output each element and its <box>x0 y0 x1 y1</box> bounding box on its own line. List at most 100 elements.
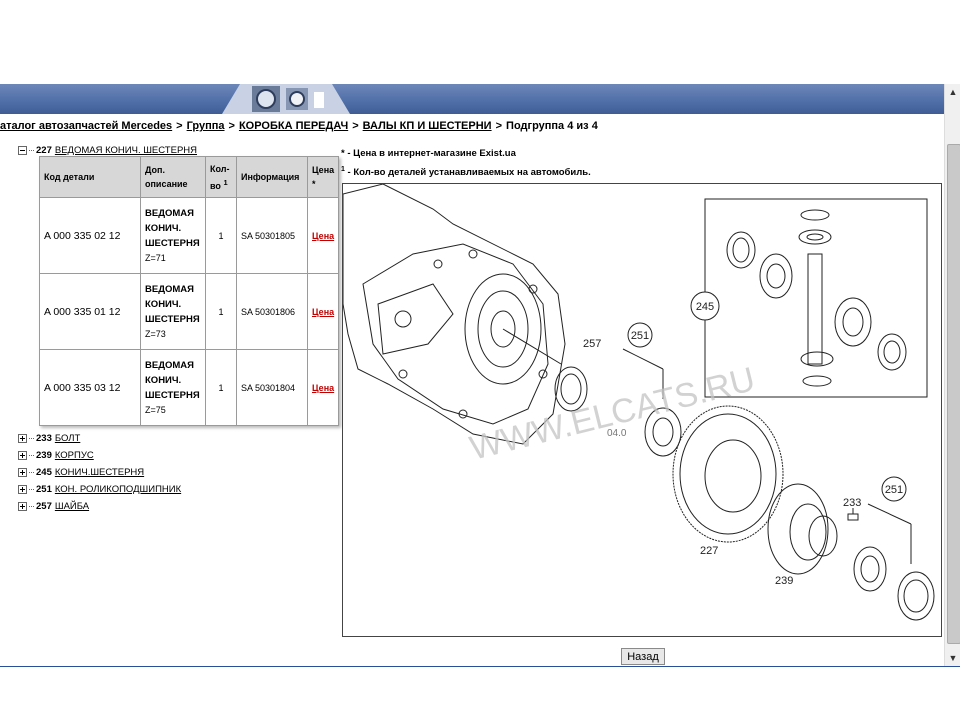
window-bottom-area <box>0 667 960 720</box>
tree-connector <box>29 506 34 507</box>
part-code: A 000 335 02 12 <box>39 197 141 274</box>
price-link[interactable]: Цена <box>312 307 334 317</box>
plus-box-icon[interactable] <box>18 485 27 494</box>
scrollbar-thumb[interactable] <box>947 144 960 644</box>
minus-box-icon[interactable] <box>18 146 27 155</box>
price-link[interactable]: Цена <box>312 231 334 241</box>
footnotes: * - Цена в интернет-магазине Exist.ua 1 … <box>341 146 591 181</box>
footnote-price: * - Цена в интернет-магазине Exist.ua <box>341 146 591 162</box>
breadcrumb-separator: > <box>228 120 235 132</box>
parts-table: Код детали Доп. описание Кол-во 1 Информ… <box>39 156 340 426</box>
tree-connector <box>29 438 34 439</box>
breadcrumb-separator: > <box>495 120 503 132</box>
part-desc: ВЕДОМАЯ КОНИЧ. ШЕСТЕРНЯ Z=71 <box>140 197 206 274</box>
part-qty: 1 <box>205 197 237 274</box>
callout-label: 245 <box>696 301 714 313</box>
tree-node-233[interactable]: 233 БОЛТ <box>18 430 181 447</box>
watermark: WWW.ELCATS.RU <box>466 360 759 468</box>
tree-connector <box>29 472 34 473</box>
tree-node-label[interactable]: БОЛТ <box>55 433 80 444</box>
tree-node-239[interactable]: 239 КОРПУС <box>18 447 181 464</box>
part-code: A 000 335 01 12 <box>39 273 141 350</box>
inset-differential-parts <box>726 209 907 387</box>
callout-239: 239 <box>775 575 793 587</box>
parts-tree-collapsed: 233 БОЛТ 239 КОРПУС 245 КОНИЧ.ШЕСТЕРНЯ 251 К… <box>18 430 181 515</box>
tree-node-number: 245 <box>36 467 52 478</box>
banner-gearbox-image <box>222 84 350 114</box>
col-info-header: Информация <box>236 156 308 198</box>
col-price-text: Цена <box>312 165 335 175</box>
tree-node-251[interactable]: 251 КОН. РОЛИКОПОДШИПНИК <box>18 481 181 498</box>
col-qty-header: Кол-во 1 <box>205 156 237 198</box>
callout-251a: 251 <box>627 322 653 348</box>
footnote-qty: 1 - Кол-во деталей устанавливаемых на ав… <box>341 162 591 181</box>
part-price-cell: Цена <box>306 349 340 426</box>
breadcrumb-separator: > <box>176 120 183 132</box>
callout-label: 251 <box>885 484 903 496</box>
part-desc: ВЕДОМАЯ КОНИЧ. ШЕСТЕРНЯ Z=73 <box>140 273 206 350</box>
col-qty-footnote: 1 <box>223 177 228 187</box>
part-qty: 1 <box>205 273 237 350</box>
tree-node-257[interactable]: 257 ШАЙБА <box>18 498 181 515</box>
plus-box-icon[interactable] <box>18 468 27 477</box>
col-desc-header: Доп. описание <box>140 156 206 198</box>
plus-box-icon[interactable] <box>18 434 27 443</box>
part-qty: 1 <box>205 349 237 426</box>
table-row: A 000 335 01 12 ВЕДОМАЯ КОНИЧ. ШЕСТЕРНЯ Z… <box>39 273 340 350</box>
breadcrumb-separator: > <box>352 120 359 132</box>
tree-node-number: 227 <box>36 145 52 156</box>
back-button[interactable]: Назад <box>621 648 665 665</box>
part-desc-name: ВЕДОМАЯ КОНИЧ. ШЕСТЕРНЯ <box>145 360 200 401</box>
tree-node-245[interactable]: 245 КОНИЧ.ШЕСТЕРНЯ <box>18 464 181 481</box>
vertical-scrollbar[interactable]: ▲ ▼ <box>944 84 960 666</box>
tree-node-label[interactable]: КОРПУС <box>55 450 94 461</box>
footnote-price-text: - Цена в интернет-магазине Exist.ua <box>344 148 516 159</box>
plus-box-icon[interactable] <box>18 451 27 460</box>
part-desc-name: ВЕДОМАЯ КОНИЧ. ШЕСТЕРНЯ <box>145 284 200 325</box>
bolt-233-drawing <box>847 508 859 521</box>
col-desc-text: Доп. описание <box>145 165 188 189</box>
tree-connector <box>29 455 34 456</box>
site-banner <box>0 84 948 114</box>
tree-node-label[interactable]: ШАЙБА <box>55 501 89 512</box>
tree-connector <box>29 150 34 151</box>
crown-gear-227-drawing <box>672 405 784 543</box>
plus-box-icon[interactable] <box>18 502 27 511</box>
tree-node-number: 251 <box>36 484 52 495</box>
col-code-header: Код детали <box>39 156 141 198</box>
breadcrumb-shafts-link[interactable]: ВАЛЫ КП И ШЕСТЕРНИ <box>363 120 492 132</box>
housing-239-drawing <box>767 483 838 575</box>
part-price-cell: Цена <box>306 273 340 350</box>
gearbox-housing-drawing <box>342 183 566 445</box>
tree-node-number: 239 <box>36 450 52 461</box>
col-price-footnote: * <box>312 179 316 189</box>
bearing-251b-drawing <box>853 503 935 621</box>
breadcrumb-catalog-link[interactable]: аталог автозапчастей Mercedes <box>0 120 172 132</box>
table-header-row: Код детали Доп. описание Кол-во 1 Информ… <box>39 156 340 198</box>
tree-connector <box>29 489 34 490</box>
tree-node-label[interactable]: КОНИЧ.ШЕСТЕРНЯ <box>55 467 144 478</box>
tree-node-label[interactable]: ВЕДОМАЯ КОНИЧ. ШЕСТЕРНЯ <box>55 145 197 156</box>
part-info: SA 50301805 <box>236 197 308 274</box>
callout-251b: 251 <box>881 476 907 502</box>
tree-node-label[interactable]: КОН. РОЛИКОПОДШИПНИК <box>55 484 181 495</box>
part-code: A 000 335 03 12 <box>39 349 141 426</box>
breadcrumb-current: Подгруппа 4 из 4 <box>506 120 598 132</box>
part-desc: ВЕДОМАЯ КОНИЧ. ШЕСТЕРНЯ Z=75 <box>140 349 206 426</box>
footnote-qty-text: - Кол-во деталей устанавливаемых на авто… <box>344 167 591 179</box>
scroll-down-arrow-icon[interactable]: ▼ <box>945 650 960 666</box>
tree-node-number: 233 <box>36 433 52 444</box>
price-link[interactable]: Цена <box>312 383 334 393</box>
tree-node-number: 257 <box>36 501 52 512</box>
parts-diagram[interactable]: 245 257 251 04.0 227 239 233 251 WWW.ELC… <box>342 183 942 637</box>
part-info: SA 50301804 <box>236 349 308 426</box>
part-teeth: Z=73 <box>145 329 166 339</box>
callout-245: 245 <box>690 291 720 321</box>
breadcrumb-gearbox-link[interactable]: КОРОБКА ПЕРЕДАЧ <box>239 120 348 132</box>
scroll-up-arrow-icon[interactable]: ▲ <box>945 84 960 100</box>
callout-label: 251 <box>631 330 649 342</box>
main-content: аталог автозапчастей Mercedes > Группа > КОР… <box>0 114 944 666</box>
col-price-header: Цена * <box>306 156 340 198</box>
breadcrumb-group-link[interactable]: Группа <box>187 120 225 132</box>
part-teeth: Z=75 <box>145 405 166 415</box>
